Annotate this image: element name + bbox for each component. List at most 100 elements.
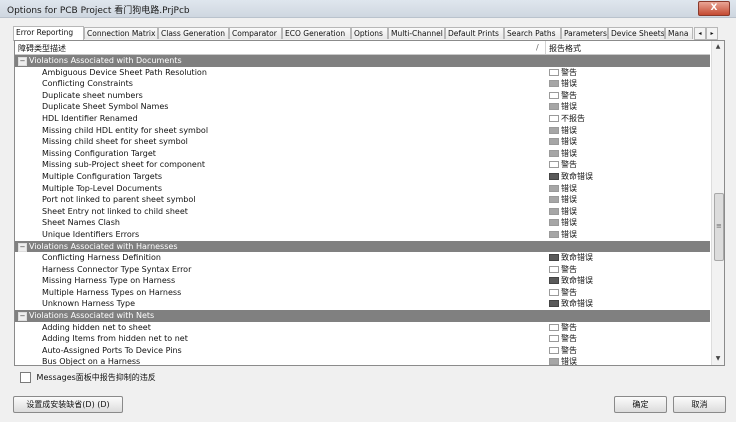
report-mode-cell[interactable]: 致命错误 — [549, 275, 593, 287]
tab-mana[interactable]: Mana — [665, 27, 693, 39]
violation-label: Unknown Harness Type — [42, 299, 135, 309]
tab-parameters[interactable]: Parameters — [561, 27, 608, 39]
violation-row[interactable]: Missing Configuration Target 错误 — [15, 148, 710, 160]
violation-label: Multiple Harness Types on Harness — [42, 287, 182, 297]
violation-row[interactable]: Duplicate Sheet Symbol Names 错误 — [15, 101, 710, 113]
tab-device-sheets[interactable]: Device Sheets — [608, 27, 665, 39]
violation-group-row[interactable]: − Violations Associated with Documents — [15, 55, 710, 67]
violation-row[interactable]: Sheet Names Clash 错误 — [15, 217, 710, 229]
set-defaults-button[interactable]: 设置成安装缺省(D) (D) — [13, 396, 123, 413]
report-mode-cell[interactable]: 致命错误 — [549, 298, 593, 310]
violation-row[interactable]: Unknown Harness Type 致命错误 — [15, 298, 710, 310]
collapse-icon[interactable]: − — [18, 312, 27, 322]
violation-label: Missing child HDL entity for sheet symbo… — [42, 125, 209, 135]
report-mode-cell[interactable]: 错误 — [549, 101, 577, 113]
violation-row[interactable]: Multiple Harness Types on Harness 警告 — [15, 287, 710, 299]
tab-scroll-right-icon[interactable]: ▸ — [706, 27, 718, 40]
report-mode-cell[interactable]: 错误 — [549, 125, 577, 137]
tab-connection-matrix[interactable]: Connection Matrix — [84, 27, 158, 39]
scroll-down-icon[interactable]: ▼ — [712, 353, 724, 365]
violation-row[interactable]: Duplicate sheet numbers 警告 — [15, 90, 710, 102]
report-mode-cell[interactable]: 错误 — [549, 136, 577, 148]
violation-label: Missing child sheet for sheet symbol — [42, 137, 188, 147]
violation-group-row[interactable]: − Violations Associated with Harnesses — [15, 240, 710, 253]
report-level-icon — [549, 300, 559, 308]
report-mode-cell[interactable]: 警告 — [549, 345, 577, 357]
report-mode-cell[interactable]: 警告 — [549, 322, 577, 334]
report-mode-cell[interactable]: 致命错误 — [549, 171, 593, 183]
violation-row[interactable]: Conflicting Harness Definition 致命错误 — [15, 252, 710, 264]
tab-options[interactable]: Options — [351, 27, 388, 39]
close-button[interactable]: X — [698, 1, 730, 16]
violation-label: Sheet Entry not linked to child sheet — [42, 206, 188, 216]
violation-row[interactable]: Auto-Assigned Ports To Device Pins 警告 — [15, 345, 710, 357]
violation-row[interactable]: Missing Harness Type on Harness 致命错误 — [15, 275, 710, 287]
column-header-report-mode[interactable]: 报告格式 — [549, 43, 581, 54]
violation-group-row[interactable]: − Violations Associated with Nets — [15, 310, 710, 322]
tab-search-paths[interactable]: Search Paths — [504, 27, 561, 39]
violation-row[interactable]: Missing child HDL entity for sheet symbo… — [15, 125, 710, 137]
tab-default-prints[interactable]: Default Prints — [445, 27, 504, 39]
report-mode-cell[interactable]: 警告 — [549, 90, 577, 102]
ok-button[interactable]: 确定 — [614, 396, 667, 413]
report-mode-cell[interactable]: 错误 — [549, 229, 577, 241]
report-mode-text: 警告 — [561, 160, 577, 170]
report-mode-cell[interactable]: 错误 — [549, 206, 577, 218]
vertical-scrollbar[interactable]: ▲ ≡ ▼ — [711, 41, 724, 365]
report-level-icon — [549, 196, 559, 204]
violation-row[interactable]: Conflicting Constraints 错误 — [15, 78, 710, 90]
violation-label: Missing Harness Type on Harness — [42, 276, 176, 286]
report-mode-cell[interactable]: 错误 — [549, 217, 577, 229]
violation-row[interactable]: Unique Identifiers Errors 错误 — [15, 229, 710, 241]
report-mode-cell[interactable]: 致命错误 — [549, 252, 593, 264]
tab-scroll-left-icon[interactable]: ◂ — [694, 27, 706, 40]
violation-row[interactable]: Bus Object on a Harness 错误 — [15, 356, 710, 365]
violation-row[interactable]: Sheet Entry not linked to child sheet 错误 — [15, 206, 710, 218]
report-level-icon — [549, 265, 559, 273]
report-mode-cell[interactable]: 警告 — [549, 264, 577, 276]
report-suppressed-checkbox[interactable] — [20, 372, 31, 383]
tab-class-generation[interactable]: Class Generation — [158, 27, 229, 39]
violation-row[interactable]: Ambiguous Device Sheet Path Resolution 警告 — [15, 67, 710, 79]
cancel-button[interactable]: 取消 — [673, 396, 726, 413]
report-mode-cell[interactable]: 警告 — [549, 67, 577, 79]
report-mode-cell[interactable]: 警告 — [549, 287, 577, 299]
violation-row[interactable]: Adding Items from hidden net to net 警告 — [15, 333, 710, 345]
report-level-icon — [549, 219, 559, 227]
report-mode-text: 错误 — [561, 137, 577, 147]
report-mode-cell[interactable]: 警告 — [549, 159, 577, 171]
window-title: Options for PCB Project 看门狗电路.PrjPcb — [7, 6, 190, 16]
suppressed-violations-option[interactable]: Messages面板中报告抑制的违反 — [20, 372, 156, 383]
report-mode-text: 错误 — [561, 183, 577, 193]
violation-row[interactable]: Multiple Configuration Targets 致命错误 — [15, 171, 710, 183]
violation-row[interactable]: Port not linked to parent sheet symbol 错误 — [15, 194, 710, 206]
report-mode-text: 警告 — [561, 322, 577, 332]
column-divider[interactable] — [545, 41, 546, 54]
violation-row[interactable]: Harness Connector Type Syntax Error 警告 — [15, 264, 710, 276]
tab-multi-channel[interactable]: Multi-Channel — [388, 27, 445, 39]
tab-error-reporting[interactable]: Error Reporting — [13, 26, 84, 41]
collapse-icon[interactable]: − — [18, 57, 27, 66]
tab-eco-generation[interactable]: ECO Generation — [282, 27, 351, 39]
report-mode-cell[interactable]: 不报告 — [549, 113, 585, 125]
report-level-icon — [549, 80, 559, 88]
report-mode-cell[interactable]: 错误 — [549, 78, 577, 90]
collapse-icon[interactable]: − — [18, 242, 27, 252]
violation-row[interactable]: Missing child sheet for sheet symbol 错误 — [15, 136, 710, 148]
violation-row[interactable]: Adding hidden net to sheet 警告 — [15, 322, 710, 334]
violation-row[interactable]: HDL Identifier Renamed 不报告 — [15, 113, 710, 125]
report-mode-cell[interactable]: 警告 — [549, 333, 577, 345]
violation-row[interactable]: Multiple Top-Level Documents 错误 — [15, 183, 710, 195]
scroll-up-icon[interactable]: ▲ — [712, 41, 724, 53]
violation-label: Unique Identifiers Errors — [42, 229, 140, 239]
report-mode-cell[interactable]: 错误 — [549, 148, 577, 160]
tab-comparator[interactable]: Comparator — [229, 27, 282, 39]
report-mode-cell[interactable]: 错误 — [549, 356, 577, 365]
title-bar: Options for PCB Project 看门狗电路.PrjPcb X — [0, 0, 736, 18]
report-mode-cell[interactable]: 错误 — [549, 183, 577, 195]
scroll-thumb[interactable]: ≡ — [714, 193, 724, 261]
violation-row[interactable]: Missing sub-Project sheet for component 警… — [15, 159, 710, 171]
report-level-icon — [549, 161, 559, 169]
column-header-violation-type[interactable]: 障碍类型描述 — [18, 43, 66, 54]
report-mode-cell[interactable]: 错误 — [549, 194, 577, 206]
